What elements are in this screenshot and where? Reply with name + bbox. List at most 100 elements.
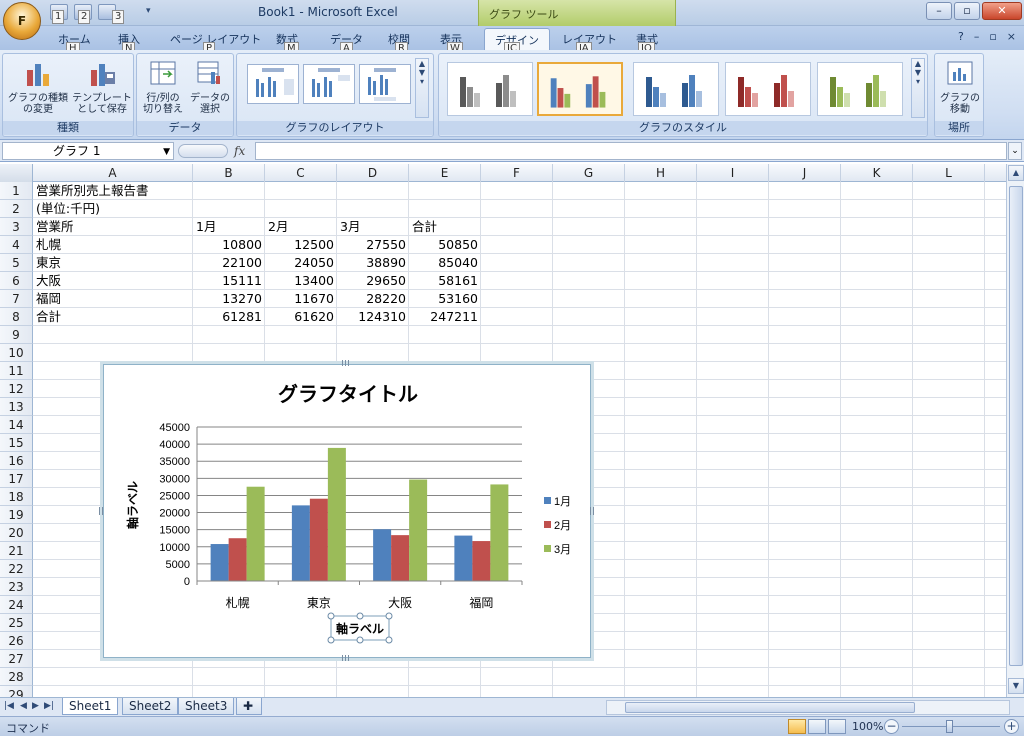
cell-r7-c3[interactable]: 28220	[337, 290, 409, 308]
column-header-b[interactable]: B	[193, 164, 265, 182]
cell-a1[interactable]: 営業所別売上報告書	[33, 182, 193, 200]
bar-2月-大阪[interactable]	[391, 535, 410, 581]
tab-page-layout[interactable]: ページ レイアウト	[170, 31, 261, 47]
formula-input[interactable]	[255, 142, 1007, 160]
column-header-h[interactable]: H	[625, 164, 697, 182]
row-header-3[interactable]: 3	[0, 218, 33, 236]
formula-bar-splitter[interactable]	[178, 144, 228, 158]
zoom-out-icon[interactable]: −	[884, 719, 899, 734]
ribbon-minimize-icon[interactable]: –	[974, 30, 980, 43]
next-sheet-icon[interactable]: ▶	[32, 701, 39, 711]
ribbon-close-icon[interactable]: ×	[1007, 30, 1016, 43]
row-header-20[interactable]: 20	[0, 524, 33, 542]
switch-row-column-button[interactable]: 行/列の 切り替え	[139, 58, 187, 115]
cell-r6-c0[interactable]: 大阪	[33, 272, 193, 290]
x-axis-label-box[interactable]: 軸ラベル	[327, 612, 393, 644]
bar-1月-札幌[interactable]	[210, 544, 229, 581]
restore-button[interactable]: ▫	[954, 2, 980, 20]
zoom-in-icon[interactable]: +	[1004, 719, 1019, 734]
minimize-button[interactable]: –	[926, 2, 952, 20]
zoom-level[interactable]: 100%	[852, 720, 883, 733]
first-sheet-icon[interactable]: |◀	[4, 701, 14, 711]
column-header-l[interactable]: L	[913, 164, 985, 182]
row-header-10[interactable]: 10	[0, 344, 33, 362]
cell-header-3[interactable]: 3月	[337, 218, 409, 236]
select-data-button[interactable]: データの 選択	[187, 58, 233, 115]
column-header-i[interactable]: I	[697, 164, 769, 182]
chart-style-4[interactable]	[725, 62, 811, 116]
cell-r4-c3[interactable]: 27550	[337, 236, 409, 254]
cell-r4-c1[interactable]: 10800	[193, 236, 265, 254]
column-header-g[interactable]: G	[553, 164, 625, 182]
cell-r6-c1[interactable]: 15111	[193, 272, 265, 290]
office-button[interactable]: F	[3, 2, 41, 40]
bar-3月-東京[interactable]	[327, 447, 346, 581]
chart-style-5[interactable]	[817, 62, 903, 116]
chart-style-3[interactable]	[633, 62, 719, 116]
cell-a2[interactable]: (単位:千円)	[33, 200, 193, 218]
row-header-18[interactable]: 18	[0, 488, 33, 506]
column-header-d[interactable]: D	[337, 164, 409, 182]
chart-resize-handle-right[interactable]	[590, 507, 594, 515]
chart-layout-2[interactable]	[303, 64, 355, 104]
bar-2月-福岡[interactable]	[472, 541, 491, 581]
chart-layout-3[interactable]	[359, 64, 411, 104]
row-header-13[interactable]: 13	[0, 398, 33, 416]
cell-r4-c4[interactable]: 50850	[409, 236, 481, 254]
column-header-k[interactable]: K	[841, 164, 913, 182]
insert-sheet-icon[interactable]: ✚	[236, 698, 262, 715]
select-all-corner[interactable]	[0, 164, 33, 182]
bar-3月-福岡[interactable]	[490, 484, 509, 581]
cell-r4-c2[interactable]: 12500	[265, 236, 337, 254]
sheet-tab-1[interactable]: Sheet1	[62, 698, 119, 715]
row-header-22[interactable]: 22	[0, 560, 33, 578]
chart-title[interactable]: グラフタイトル	[278, 382, 418, 406]
bar-1月-大阪[interactable]	[373, 529, 392, 581]
row-header-25[interactable]: 25	[0, 614, 33, 632]
cell-header-4[interactable]: 合計	[409, 218, 481, 236]
chart-legend[interactable]: 1月 2月 3月	[544, 496, 571, 556]
bar-3月-札幌[interactable]	[246, 486, 265, 581]
row-header-8[interactable]: 8	[0, 308, 33, 326]
cell-r8-c2[interactable]: 61620	[265, 308, 337, 326]
row-header-26[interactable]: 26	[0, 632, 33, 650]
name-box[interactable]: グラフ 1 ▼	[2, 142, 174, 160]
style-gallery-scroll[interactable]: ▲ ▼ ▾	[911, 58, 925, 118]
row-header-15[interactable]: 15	[0, 434, 33, 452]
column-header-j[interactable]: J	[769, 164, 841, 182]
row-header-7[interactable]: 7	[0, 290, 33, 308]
vertical-scrollbar[interactable]: ▲ ▼	[1006, 164, 1024, 697]
row-header-23[interactable]: 23	[0, 578, 33, 596]
bar-2月-札幌[interactable]	[228, 538, 247, 581]
cell-r6-c4[interactable]: 58161	[409, 272, 481, 290]
sheet-tab-3[interactable]: Sheet3	[178, 698, 235, 715]
cell-r6-c3[interactable]: 29650	[337, 272, 409, 290]
row-header-4[interactable]: 4	[0, 236, 33, 254]
insert-function-icon[interactable]: fx	[234, 144, 245, 158]
cell-r8-c4[interactable]: 247211	[409, 308, 481, 326]
row-header-19[interactable]: 19	[0, 506, 33, 524]
save-as-template-button[interactable]: テンプレート として保存	[71, 58, 133, 115]
close-button[interactable]: ✕	[982, 2, 1022, 20]
vertical-scroll-thumb[interactable]	[1009, 186, 1023, 666]
column-header-f[interactable]: F	[481, 164, 553, 182]
row-header-27[interactable]: 27	[0, 650, 33, 668]
column-header-c[interactable]: C	[265, 164, 337, 182]
column-header-a[interactable]: A	[33, 164, 193, 182]
row-header-21[interactable]: 21	[0, 542, 33, 560]
row-header-5[interactable]: 5	[0, 254, 33, 272]
chart-resize-handle-bottom[interactable]	[342, 655, 350, 661]
row-header-14[interactable]: 14	[0, 416, 33, 434]
cell-r7-c1[interactable]: 13270	[193, 290, 265, 308]
cell-r7-c0[interactable]: 福岡	[33, 290, 193, 308]
cell-r6-c2[interactable]: 13400	[265, 272, 337, 290]
row-header-29[interactable]: 29	[0, 686, 33, 697]
page-break-view-icon[interactable]	[828, 719, 846, 734]
cell-r5-c4[interactable]: 85040	[409, 254, 481, 272]
prev-sheet-icon[interactable]: ◀	[20, 701, 27, 711]
cell-r7-c2[interactable]: 11670	[265, 290, 337, 308]
bar-1月-福岡[interactable]	[454, 535, 473, 581]
row-header-11[interactable]: 11	[0, 362, 33, 380]
expand-formula-bar-icon[interactable]: ⌄	[1008, 142, 1022, 160]
row-header-28[interactable]: 28	[0, 668, 33, 686]
